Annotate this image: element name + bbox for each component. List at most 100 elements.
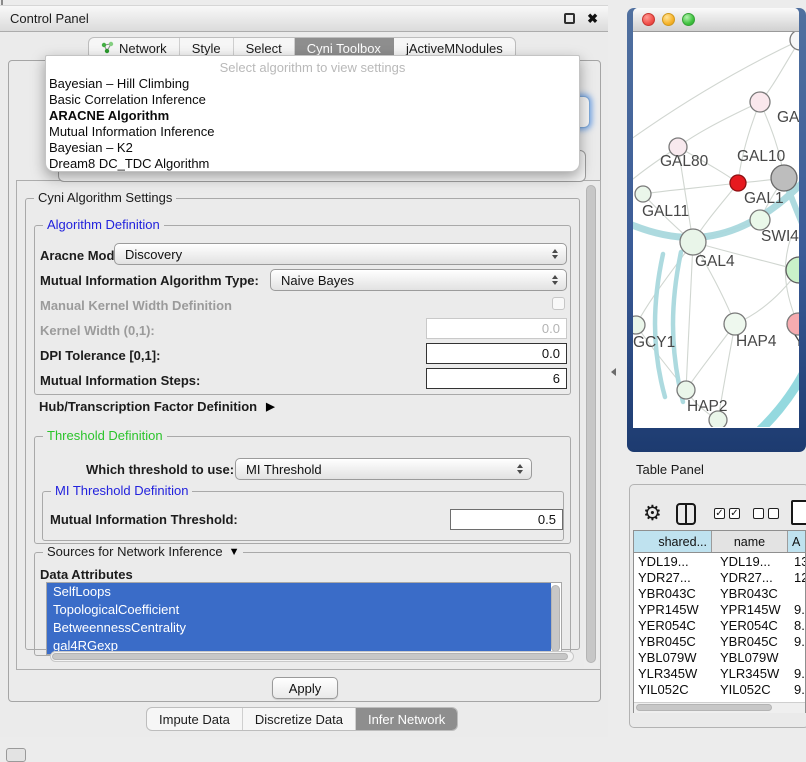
mi-type-value: Naive Bayes	[281, 273, 354, 288]
settings-vscrollbar-thumb[interactable]	[586, 185, 596, 663]
table-header-row: shared... name A	[634, 531, 805, 553]
column-header-partial[interactable]: A	[788, 531, 806, 552]
dropdown-item[interactable]: Mutual Information Inference	[46, 124, 579, 140]
data-attributes-label: Data Attributes	[40, 567, 133, 582]
network-canvas[interactable]: GAL GAL80 GAL10 GAL1 GAL11 SWI4 GAL4 GCY…	[633, 32, 799, 427]
table-row[interactable]: YDR27...YDR27...12	[634, 569, 805, 585]
gear-icon[interactable]: ⚙	[643, 503, 662, 524]
table-row[interactable]: YBL079WYBL079W	[634, 649, 805, 665]
sources-group: Sources for Network Inference ▼ Data Att…	[34, 552, 571, 656]
node-gal-truncated[interactable]	[750, 92, 770, 112]
node-label: GAL4	[695, 253, 735, 270]
aracne-mode-select[interactable]: Discovery	[114, 243, 567, 265]
node-gal11[interactable]	[635, 186, 651, 202]
list-item[interactable]: SelfLoops	[47, 583, 551, 601]
node-label: GAL80	[660, 153, 709, 170]
close-window-icon[interactable]	[642, 13, 655, 26]
table-row[interactable]: YLR345WYLR345W9.	[634, 665, 805, 681]
algorithm-dropdown-popup: Select algorithm to view settings Bayesi…	[45, 55, 580, 172]
tab-impute-data[interactable]: Impute Data	[147, 708, 243, 730]
unchecked-checkbox-icon[interactable]	[753, 508, 764, 519]
column-header-shared-name[interactable]: shared...	[634, 531, 712, 552]
mi-steps-label: Mutual Information Steps:	[40, 373, 200, 388]
node-hap4[interactable]	[724, 313, 746, 335]
mi-threshold-input[interactable]: 0.5	[450, 509, 563, 530]
node-pink-right[interactable]	[787, 313, 799, 335]
collapsed-panel-icon[interactable]	[6, 748, 26, 762]
expander-down-icon: ▼	[229, 546, 240, 558]
data-attributes-list: SelfLoops TopologicalCoefficient Between…	[46, 582, 562, 655]
dropdown-item-highlighted[interactable]: ARACNE Algorithm	[46, 108, 579, 124]
manual-kernel-label: Manual Kernel Width Definition	[40, 298, 232, 313]
apply-button-label: Apply	[289, 681, 322, 696]
dpi-tolerance-input[interactable]: 0.0	[426, 343, 567, 364]
tab-jactivemnodules-label: jActiveMNodules	[406, 41, 503, 56]
node-gal4[interactable]	[680, 229, 706, 255]
table-row[interactable]: YPR145WYPR145W9.	[634, 601, 805, 617]
dropdown-item[interactable]: Bayesian – K2	[46, 140, 579, 156]
table-row[interactable]: YBR043CYBR043C	[634, 585, 805, 601]
column-header-name[interactable]: name	[712, 531, 788, 552]
control-panel-title: Control Panel	[10, 11, 564, 26]
mi-type-select[interactable]: Naive Bayes	[270, 269, 567, 291]
table-row[interactable]: YDL19...YDL19...13	[634, 553, 805, 569]
settings-hscrollbar-thumb[interactable]	[52, 653, 568, 660]
document-icon[interactable]	[791, 500, 806, 525]
expander-right-icon: ▶	[266, 400, 274, 413]
manual-kernel-checkbox[interactable]	[552, 297, 565, 310]
cyni-bottom-tabs: Impute Data Discretize Data Infer Networ…	[146, 707, 458, 731]
kernel-width-input[interactable]: 0.0	[426, 318, 567, 339]
node-gal1[interactable]	[750, 210, 770, 230]
checked-checkbox-icon[interactable]: ✓	[729, 508, 740, 519]
dropdown-item[interactable]: Bayesian – Hill Climbing	[46, 76, 579, 92]
table-hscrollbar-track	[634, 702, 805, 713]
dropdown-item[interactable]: Dream8 DC_TDC Algorithm	[46, 156, 579, 172]
mi-steps-input[interactable]: 6	[426, 368, 567, 389]
table-hscrollbar-thumb[interactable]	[636, 704, 772, 711]
which-threshold-select[interactable]: MI Threshold	[235, 458, 532, 480]
table-row[interactable]: YIL052CYIL052C9.	[634, 681, 805, 697]
settings-hscrollbar-track	[50, 651, 574, 662]
column-layout-icon[interactable]	[676, 503, 696, 525]
table-row[interactable]: YER054CYER054C8.	[634, 617, 805, 633]
mi-threshold-title: MI Threshold Definition	[51, 483, 192, 498]
node-gcy1[interactable]	[633, 316, 645, 334]
minimize-window-icon[interactable]	[662, 13, 675, 26]
table-row[interactable]: YBR045CYBR045C9.	[634, 633, 805, 649]
algorithm-definition-group: Algorithm Definition Aracne Mode: Discov…	[34, 225, 571, 395]
dropdown-item[interactable]: Basic Correlation Inference	[46, 92, 579, 108]
tab-network-label: Network	[119, 41, 167, 56]
splitter-collapse-icon[interactable]	[611, 368, 616, 376]
list-vscrollbar-thumb[interactable]	[551, 585, 560, 652]
tab-discretize-data[interactable]: Discretize Data	[243, 708, 356, 730]
node-label: GAL10	[737, 148, 786, 165]
which-threshold-value: MI Threshold	[246, 462, 322, 477]
zoom-window-icon[interactable]	[682, 13, 695, 26]
network-view-frame: GAL GAL80 GAL10 GAL1 GAL11 SWI4 GAL4 GCY…	[627, 8, 806, 452]
apply-button[interactable]: Apply	[272, 677, 338, 699]
node-table: shared... name A YDL19...YDL19...13 YDR2…	[633, 530, 806, 713]
network-window-titlebar[interactable]	[633, 8, 799, 32]
close-panel-icon[interactable]: ✖	[587, 11, 598, 27]
checked-checkbox-icon[interactable]: ✓	[714, 508, 725, 519]
float-panel-icon[interactable]	[564, 13, 575, 24]
node-partial[interactable]	[790, 32, 799, 50]
control-panel-titlebar: Control Panel ✖	[0, 5, 608, 32]
node-label: HAP4	[736, 333, 777, 350]
sources-title[interactable]: Sources for Network Inference ▼	[43, 544, 243, 559]
list-item[interactable]: BetweennessCentrality	[47, 619, 551, 637]
tab-discretize-data-label: Discretize Data	[255, 712, 343, 727]
node-gal10[interactable]	[771, 165, 797, 191]
aracne-mode-value: Discovery	[125, 247, 182, 262]
node-hap2[interactable]	[677, 381, 695, 399]
list-item[interactable]: TopologicalCoefficient	[47, 601, 551, 619]
network-graph: GAL GAL80 GAL10 GAL1 GAL11 SWI4 GAL4 GCY…	[633, 32, 799, 427]
node-gal1-red[interactable]	[730, 175, 746, 191]
tab-cyni-toolbox-label: Cyni Toolbox	[307, 41, 381, 56]
settings-vscrollbar-track	[584, 182, 598, 668]
kernel-width-label: Kernel Width (0,1):	[40, 323, 155, 338]
tab-infer-network[interactable]: Infer Network	[356, 708, 457, 730]
hub-definition-expander[interactable]: Hub/Transcription Factor Definition ▶	[39, 399, 275, 414]
unchecked-checkbox-icon[interactable]	[768, 508, 779, 519]
node-green-right[interactable]	[786, 257, 799, 283]
